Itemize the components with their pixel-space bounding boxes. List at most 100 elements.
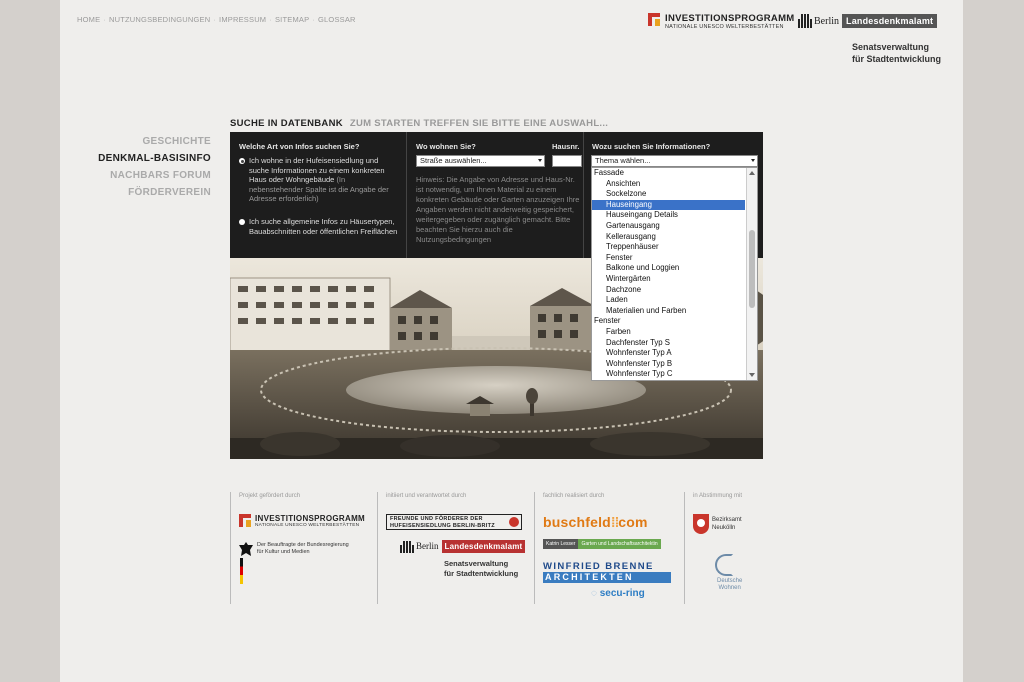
info-type-column: Welche Art von Infos suchen Sie? Ich woh…: [230, 132, 407, 258]
dropdown-option[interactable]: Wintergärten: [592, 274, 757, 285]
bkm-line-2: für Kultur und Medien: [257, 549, 310, 555]
dropdown-option[interactable]: Dachfenster Typ S: [592, 338, 757, 349]
dropdown-option[interactable]: Sockelzone: [592, 189, 757, 200]
radio-button[interactable]: [239, 219, 245, 225]
caption-coordinated: in Abstimmung mit: [693, 493, 743, 499]
scroll-up-icon[interactable]: [749, 171, 755, 175]
hausnr-input[interactable]: [552, 155, 582, 167]
dropdown-option[interactable]: Dachzone: [592, 285, 757, 296]
dropdown-option[interactable]: Kellerausgang: [592, 232, 757, 243]
ip-title-small: INVESTITIONSPROGRAMM: [255, 514, 366, 523]
street-select[interactable]: Straße auswählen...: [416, 155, 545, 167]
dropdown-option[interactable]: Farben: [592, 327, 757, 338]
sidenav-foerderverein[interactable]: FÖRDERVEREIN: [98, 184, 211, 201]
lesser-name: Katrin Lesser: [543, 539, 579, 549]
nav-sitemap[interactable]: SITEMAP: [275, 15, 309, 24]
sidenav-nachbars-forum[interactable]: NACHBARS FORUM: [98, 167, 211, 184]
radio-option-general[interactable]: Ich suche allgemeine Infos zu Häusertype…: [239, 217, 399, 236]
dw-line-2: Wohnen: [718, 585, 741, 591]
dropdown-option[interactable]: Materialien und Farben: [592, 306, 757, 317]
topic-select-value: Thema wählen...: [595, 156, 651, 165]
landesdenkmalamt-label: Landesdenkmalamt: [842, 14, 938, 28]
search-heading: SUCHE IN DATENBANK: [230, 118, 343, 129]
german-flag-icon: [240, 558, 243, 584]
berlin-landesdenkmalamt-logo-small[interactable]: Berlin Landesdenkmalamt: [400, 539, 526, 553]
dw-line-1: Deutsche: [717, 578, 743, 584]
bkm-line-1: Der Beauftragte der Bundesregierung: [257, 542, 349, 548]
bkm-logo[interactable]: Der Beauftragte der Bundesregierung für …: [239, 542, 349, 558]
landesdenkmalamt-label-small: Landesdenkmalamt: [441, 539, 526, 553]
radio-button[interactable]: [239, 158, 245, 164]
dropdown-option[interactable]: Laden: [592, 295, 757, 306]
brenne-architekten: ARCHITEKTEN: [543, 572, 671, 583]
dropdown-option[interactable]: Gartenausgang: [592, 221, 757, 232]
secu-ring-wordmark: secu-ring: [599, 588, 645, 599]
sidenav-denkmal-basisinfo[interactable]: DENKMAL-BASISINFO: [98, 150, 211, 167]
radio-general-text: Ich suche allgemeine Infos zu Häusertype…: [249, 217, 398, 236]
nav-glossar[interactable]: GLOSSAR: [318, 15, 356, 24]
sponsor-column-realized: fachlich realisiert durch buschfeld⁞⁞com…: [534, 492, 684, 604]
secu-ring-logo[interactable]: ◌ secu-ring: [591, 588, 645, 599]
dropdown-scrollbar[interactable]: [746, 168, 757, 380]
sponsor-column-funded: Projekt gefördert durch INVESTITIONSPROG…: [230, 492, 377, 604]
brenne-architekten-logo[interactable]: WINFRIED BRENNE ARCHITEKTEN: [543, 561, 671, 583]
topic-heading: Wozu suchen Sie Informationen?: [592, 142, 711, 151]
caption-funded: Projekt gefördert durch: [239, 493, 301, 499]
lesser-profession: Garten und Landschaftsarchitektin: [578, 539, 661, 549]
nk-line-2: Neukölln: [712, 525, 736, 531]
radio-option-house[interactable]: Ich wohne in der Hufeisensiedlung und su…: [239, 156, 399, 204]
dropdown-option[interactable]: Wohnfenster Typ A: [592, 348, 757, 359]
sponsor-column-coordinated: in Abstimmung mit Bezirksamt Neukölln De…: [684, 492, 763, 604]
address-hint: Hinweis: Die Angabe von Adresse und Haus…: [416, 175, 580, 244]
buschfeld-com: com: [618, 514, 648, 530]
neukoelln-crest-icon: [693, 514, 709, 534]
brenne-name: WINFRIED BRENNE: [543, 561, 654, 572]
sponsor-column-initiated: initiiert und verantwortet durch FREUNDE…: [377, 492, 534, 604]
unesco-mark-icon: [648, 13, 660, 26]
senats-small-line-1: Senatsverwaltung: [444, 559, 509, 568]
deutsche-wohnen-logo[interactable]: Deutsche Wohnen: [717, 578, 742, 592]
freunde-foerderer-logo[interactable]: FREUNDE UND FÖRDERER DER HUFEISENSIEDLUN…: [386, 514, 522, 530]
scroll-down-icon[interactable]: [749, 373, 755, 377]
nav-home[interactable]: HOME: [77, 15, 100, 24]
topic-select[interactable]: Thema wählen...: [591, 155, 758, 167]
buschfeld-logo[interactable]: buschfeld⁞⁞com: [543, 514, 648, 530]
sponsor-footer: Projekt gefördert durch INVESTITIONSPROG…: [230, 492, 763, 604]
deutsche-wohnen-mark-icon: [715, 554, 733, 576]
nav-nutzungsbedingungen[interactable]: NUTZUNGSBEDINGUNGEN: [109, 15, 210, 24]
street-select-value: Straße auswählen...: [420, 156, 487, 165]
berlin-landesdenkmalamt-logo[interactable]: Berlin Landesdenkmalamt: [798, 13, 938, 29]
brandenburg-gate-icon: [798, 14, 812, 28]
search-instruction: ZUM STARTEN TREFFEN SIE BITTE EINE AUSWA…: [349, 118, 609, 129]
ip-subtitle-small: NATIONALE UNESCO WELTERBESTÄTTEN: [255, 523, 360, 528]
address-heading: Wo wohnen Sie?: [416, 142, 476, 151]
radio-house-text: Ich wohne in der Hufeisensiedlung und su…: [249, 156, 385, 184]
dropdown-option[interactable]: Balkone und Loggien: [592, 263, 757, 274]
berlin-wordmark: Berlin: [814, 15, 839, 27]
chevron-down-icon: [751, 159, 755, 162]
nav-impressum[interactable]: IMPRESSUM: [219, 15, 266, 24]
dropdown-option[interactable]: Wohnfenster Typ C: [592, 369, 757, 380]
nav-separator: ·: [103, 15, 107, 24]
topic-dropdown-list[interactable]: Fassade Ansichten Sockelzone Hauseingang Hau…: [591, 167, 758, 381]
senatsverwaltung-label: Senatsverwaltung für Stadtentwicklung: [852, 41, 941, 65]
search-title: SUCHE IN DATENBANK ZUM STARTEN TREFFEN S…: [230, 118, 608, 129]
dropdown-option[interactable]: Hauseingang: [592, 199, 745, 211]
page: HOME · NUTZUNGSBEDINGUNGEN · IMPRESSUM ·…: [60, 0, 963, 682]
sidenav-geschichte[interactable]: GESCHICHTE: [98, 133, 211, 150]
dropdown-option[interactable]: Wohnfenster Typ B: [592, 359, 757, 370]
dropdown-option[interactable]: Ansichten: [592, 179, 757, 190]
dropdown-option[interactable]: Fenster: [592, 253, 757, 264]
scroll-thumb[interactable]: [749, 230, 755, 308]
brandenburg-gate-icon: [400, 539, 414, 553]
dropdown-option[interactable]: Hauseingang Details: [592, 210, 757, 221]
bezirksamt-neukoelln-logo[interactable]: Bezirksamt Neukölln: [693, 514, 742, 534]
ip-title: INVESTITIONSPROGRAMM: [665, 13, 795, 24]
berlin-wordmark-small: Berlin: [416, 541, 439, 551]
lesser-logo[interactable]: Katrin Lesser Garten und Landschaftsarch…: [543, 539, 661, 549]
horseshoe-icon: [509, 517, 519, 527]
dropdown-option[interactable]: Treppenhäuser: [592, 242, 757, 253]
investitionsprogramm-logo-small[interactable]: INVESTITIONSPROGRAMM NATIONALE UNESCO WE…: [239, 514, 365, 529]
senats-line-2: für Stadtentwicklung: [852, 54, 942, 64]
investitionsprogramm-logo[interactable]: INVESTITIONSPROGRAMM NATIONALE UNESCO WE…: [648, 13, 795, 31]
